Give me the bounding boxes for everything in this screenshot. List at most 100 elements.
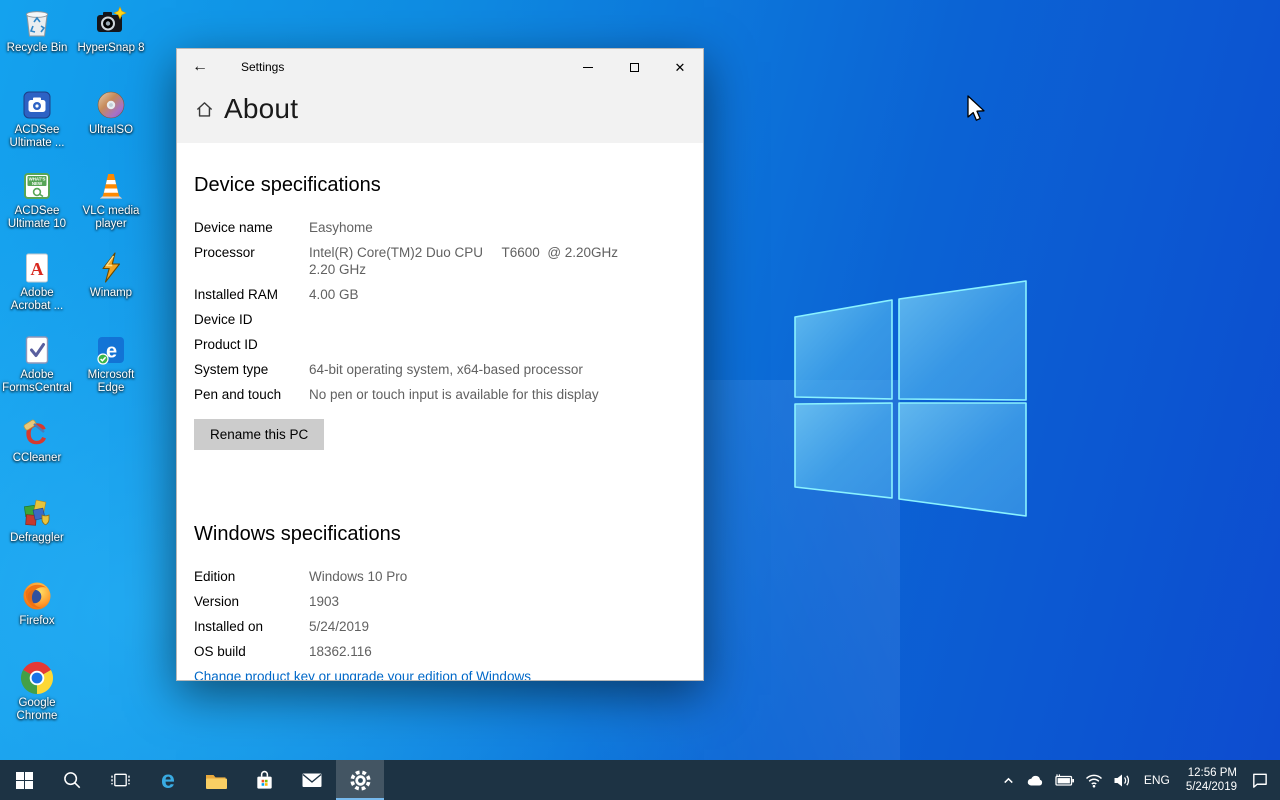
store-button[interactable] [240,760,288,800]
chrome-icon [20,661,54,695]
maximize-button[interactable] [611,49,657,85]
spec-label: Processor [194,244,309,278]
spec-value: 5/24/2019 [309,618,369,635]
about-content: Device specifications Device name Easyho… [177,173,703,681]
tray-volume-button[interactable] [1108,760,1136,800]
titlebar[interactable]: ← Settings ✕ [177,49,703,85]
desktop-icon-microsoft-edge[interactable]: e Microsoft Edge [74,333,148,395]
desktop-icon-defraggler[interactable]: Defraggler [0,496,74,545]
search-button[interactable] [48,760,96,800]
desktop-icon-label: CCleaner [0,452,74,465]
language-indicator[interactable]: ENG [1136,760,1178,800]
svg-text:NEW: NEW [32,181,43,186]
spec-row-os-build: OS build 18362.116 [194,643,686,660]
spec-row-installed-on: Installed on 5/24/2019 [194,618,686,635]
spec-label: Product ID [194,336,309,353]
desktop-icon-ccleaner[interactable]: C CCleaner [0,416,74,465]
cloud-icon [1026,773,1045,788]
desktop-icon-label: VLC media player [74,205,148,231]
spec-value: Easyhome [309,219,373,236]
acdsee-camera-icon [20,88,54,122]
recycle-bin-icon [20,6,54,40]
desktop-icon-label: Microsoft Edge [74,369,148,395]
home-icon [195,100,214,119]
spec-value: 18362.116 [309,643,372,660]
task-view-button[interactable] [96,760,144,800]
action-center-button[interactable] [1245,760,1274,800]
spec-row-edition: Edition Windows 10 Pro [194,568,686,585]
spec-row-product-id: Product ID [194,336,686,353]
desktop-icon-acdsee-ultimate[interactable]: ACDSee Ultimate ... [0,88,74,150]
spec-row-device-name: Device name Easyhome [194,219,686,236]
start-button[interactable] [0,760,48,800]
task-view-icon [110,770,131,790]
desktop-icon-label: Google Chrome [0,697,74,723]
desktop-icon-label: HyperSnap 8 [74,42,148,55]
settings-window: ← Settings ✕ About Device specifications… [176,48,704,681]
windows-start-icon [16,772,33,789]
screen: Recycle Bin HyperSnap 8 ACDSee Ultimate … [0,0,1280,800]
tray-onedrive-button[interactable] [1021,760,1050,800]
desktop-icon-google-chrome[interactable]: Google Chrome [0,661,74,723]
settings-header: ← Settings ✕ About [177,49,703,143]
form-check-icon [20,333,54,367]
spec-label: System type [194,361,309,378]
spec-label: Edition [194,568,309,585]
mail-button[interactable] [288,760,336,800]
desktop-icon-ultraiso[interactable]: UltraISO [74,88,148,137]
file-explorer-button[interactable] [192,760,240,800]
desktop-icon-label: Adobe Acrobat ... [0,287,74,313]
change-product-key-link[interactable]: Change product key or upgrade your editi… [194,669,531,681]
system-tray: ENG 12:56 PM 5/24/2019 [996,760,1280,800]
desktop-icon-hypersnap[interactable]: HyperSnap 8 [74,6,148,55]
whats-new-icon: WHAT'S NEW [20,169,54,203]
spec-value: 64-bit operating system, x64-based proce… [309,361,583,378]
desktop-icon-firefox[interactable]: Firefox [0,579,74,628]
desktop-icon-winamp[interactable]: Winamp [74,251,148,300]
page-title: About [224,93,298,125]
clock-date: 5/24/2019 [1186,780,1237,794]
settings-taskbar-button[interactable] [336,760,384,800]
device-specs-heading: Device specifications [194,173,686,197]
spec-row-processor: Processor Intel(R) Core(TM)2 Duo CPU T66… [194,244,686,278]
spec-row-installed-ram: Installed RAM 4.00 GB [194,286,686,303]
spec-row-pen-touch: Pen and touch No pen or touch input is a… [194,386,686,403]
acrobat-document-icon: A [20,251,54,285]
desktop-icon-label: UltraISO [74,124,148,137]
desktop-icon-label: ACDSee Ultimate 10 [0,205,74,231]
rename-pc-button[interactable]: Rename this PC [194,419,324,450]
desktop-icon-adobe-acrobat[interactable]: A Adobe Acrobat ... [0,251,74,313]
store-bag-icon [253,768,276,792]
edge-taskbar-button[interactable]: e [144,760,192,800]
tray-chevron-button[interactable] [996,760,1021,800]
desktop-icon-adobe-formscentral[interactable]: Adobe FormsCentral [0,333,74,395]
spec-row-version: Version 1903 [194,593,686,610]
desktop-icon-acdsee-ultimate-10[interactable]: WHAT'S NEW ACDSee Ultimate 10 [0,169,74,231]
spec-value: 4.00 GB [309,286,359,303]
wifi-icon [1085,773,1103,788]
minimize-button[interactable] [565,49,611,85]
edge-icon: e [154,766,182,794]
spec-row-device-id: Device ID [194,311,686,328]
desktop-icon-label: ACDSee Ultimate ... [0,124,74,150]
tray-wifi-button[interactable] [1080,760,1108,800]
back-button[interactable]: ← [177,49,223,85]
maximize-icon [630,63,639,72]
desktop-icon-vlc[interactable]: VLC media player [74,169,148,231]
taskbar-clock[interactable]: 12:56 PM 5/24/2019 [1178,760,1245,800]
tray-battery-button[interactable] [1050,760,1080,800]
spec-value: 1903 [309,593,339,610]
spec-label: Installed RAM [194,286,309,303]
action-center-icon [1250,771,1269,789]
svg-text:e: e [161,766,175,794]
windows-specs-heading: Windows specifications [194,522,686,546]
desktop-icon-label: Defraggler [0,532,74,545]
spec-label: OS build [194,643,309,660]
spec-value: Intel(R) Core(TM)2 Duo CPU T6600 @ 2.20G… [309,244,618,278]
mail-envelope-icon [300,770,324,790]
chevron-up-icon [1001,773,1016,788]
close-button[interactable]: ✕ [657,49,703,85]
spec-label: Device ID [194,311,309,328]
desktop-icon-recycle-bin[interactable]: Recycle Bin [0,6,74,55]
search-icon [62,770,82,790]
